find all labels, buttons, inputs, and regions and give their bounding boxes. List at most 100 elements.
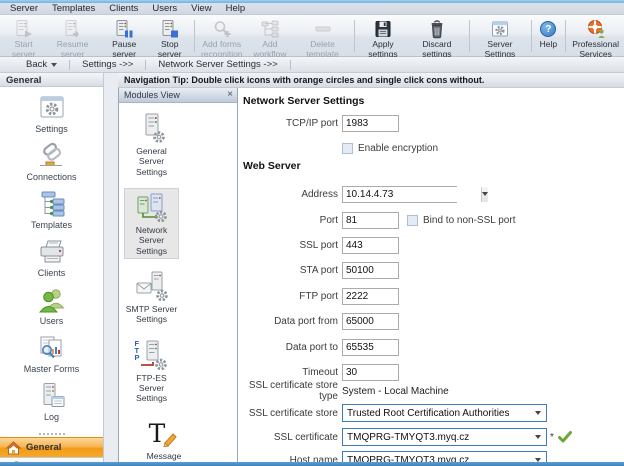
envelope-server-gear-icon xyxy=(135,270,169,302)
sidebar-item-connections[interactable]: Connections xyxy=(26,141,76,182)
apply-settings-button[interactable]: Apply settings xyxy=(358,17,409,55)
address-row: Address xyxy=(238,185,624,203)
close-icon[interactable]: × xyxy=(227,90,233,100)
enable-encryption-checkbox[interactable] xyxy=(342,143,353,154)
ssl-certificate-store-select[interactable]: Trusted Root Certification Authorities xyxy=(342,404,547,422)
ssl-port-input[interactable] xyxy=(342,237,399,254)
resume-server-button[interactable]: Resume server xyxy=(45,17,100,55)
module-label: SMTP Server Settings xyxy=(125,304,178,325)
module-message-customizations[interactable]: T Message Customizations xyxy=(124,414,204,466)
sidebar-item-settings[interactable]: Settings xyxy=(35,93,68,134)
ssl-certificate-value: TMQPRG-TMYQT3.myq.cz xyxy=(347,432,469,443)
sidebar-item-master-forms[interactable]: Master Forms xyxy=(24,333,80,374)
module-ftp-es-server-settings[interactable]: FTP FTP-ES Server Settings xyxy=(124,336,179,407)
host-name-row: Host name TMQPRG-TMYQT3.myq.cz xyxy=(238,451,624,462)
ssl-certificate-row: SSL certificate TMQPRG-TMYQT3.myq.cz * xyxy=(238,428,624,446)
printer-icon xyxy=(36,237,68,267)
ssl-port-row: SSL port xyxy=(238,236,624,254)
toolbar-separator xyxy=(565,20,566,52)
menu-view[interactable]: View xyxy=(191,3,211,14)
address-combobox[interactable] xyxy=(342,186,457,203)
sidebar-tab-general[interactable]: General xyxy=(0,437,103,457)
back-button[interactable]: Back xyxy=(14,59,69,70)
modules-view-header: Modules View × xyxy=(119,88,237,103)
port-input[interactable] xyxy=(342,212,399,229)
cert-store-label: SSL certificate store xyxy=(238,408,338,419)
enable-encryption-row: Enable encryption xyxy=(238,139,624,157)
enable-encryption-label: Enable encryption xyxy=(358,143,438,154)
toolbar-separator xyxy=(469,20,470,52)
data-port-from-label: Data port from xyxy=(238,316,338,327)
pause-server-button[interactable]: Pause server xyxy=(100,17,148,55)
sidebar-item-label: Connections xyxy=(26,172,76,182)
add-forms-recognition-button[interactable]: Add forms recognition xyxy=(198,17,246,55)
ssl-certificate-select[interactable]: TMQPRG-TMYQT3.myq.cz xyxy=(342,428,547,446)
host-name-label: Host name xyxy=(238,455,338,463)
modules-grid: General Server Settings Network Server S… xyxy=(119,103,237,466)
sidebar-general-panel: General Settings Connections Templates xyxy=(0,73,104,462)
timeout-input[interactable] xyxy=(342,364,399,381)
tcp-ip-port-input[interactable] xyxy=(342,115,399,132)
data-port-from-input[interactable] xyxy=(342,313,399,330)
server-settings-button[interactable]: Server Settings xyxy=(472,17,527,55)
menu-bar: Server Templates Clients Users View Help xyxy=(0,3,624,15)
port-label: Port xyxy=(238,215,338,226)
network-server-settings-form: Network Server Settings TCP/IP port Enab… xyxy=(238,88,624,462)
sidebar-item-label: Users xyxy=(40,316,64,326)
section-title-web-server: Web Server xyxy=(243,160,301,172)
network-servers-gear-icon xyxy=(135,191,169,223)
sta-port-label: STA port xyxy=(238,265,338,276)
menu-clients[interactable]: Clients xyxy=(109,3,138,14)
menu-server[interactable]: Server xyxy=(10,3,38,14)
add-workflow-button[interactable]: Add workflow xyxy=(246,17,295,55)
menu-templates[interactable]: Templates xyxy=(52,3,95,14)
sidebar-item-templates[interactable]: Templates xyxy=(31,189,72,230)
window-gear-icon xyxy=(36,93,68,123)
server-stop-icon xyxy=(159,19,181,39)
ftp-letters-glyph: FTP xyxy=(135,340,143,361)
tcp-ip-port-row: TCP/IP port xyxy=(238,114,624,132)
module-smtp-server-settings[interactable]: SMTP Server Settings xyxy=(124,267,179,328)
sidebar-items: Settings Connections Templates Clients xyxy=(0,87,103,429)
sidebar-item-label: Master Forms xyxy=(24,364,80,374)
ftp-port-input[interactable] xyxy=(342,288,399,305)
sta-port-row: STA port xyxy=(238,261,624,279)
sidebar-item-users[interactable]: Users xyxy=(36,285,68,326)
breadcrumb-network-server-settings[interactable]: Network Server Settings ->> xyxy=(146,59,289,70)
data-port-to-label: Data port to xyxy=(238,342,338,353)
professional-services-button[interactable]: Professional Services xyxy=(569,17,622,55)
host-name-select[interactable]: TMQPRG-TMYQT3.myq.cz xyxy=(342,451,547,462)
bind-non-ssl-checkbox[interactable] xyxy=(407,215,418,226)
chevron-down-icon xyxy=(51,63,57,67)
start-server-button[interactable]: Start server xyxy=(2,17,45,55)
ftp-port-row: FTP port xyxy=(238,287,624,305)
question-mark-glyph: ? xyxy=(540,21,556,37)
address-input[interactable] xyxy=(343,187,481,202)
module-network-server-settings[interactable]: Network Server Settings xyxy=(124,188,179,259)
data-port-to-input[interactable] xyxy=(342,339,399,356)
floppy-disk-icon xyxy=(372,19,394,39)
delete-template-button[interactable]: Delete template xyxy=(294,17,350,55)
modules-view-panel: Modules View × General Server Settings N… xyxy=(118,88,238,462)
dropdown-button[interactable] xyxy=(481,187,488,202)
cert-store-type-value: System - Local Machine xyxy=(342,386,449,397)
sidebar-item-log[interactable]: Log xyxy=(36,381,68,422)
sidebar-item-clients[interactable]: Clients xyxy=(36,237,68,278)
users-icon xyxy=(36,285,68,315)
menu-users[interactable]: Users xyxy=(152,3,177,14)
chevron-down-icon xyxy=(535,411,541,415)
ssl-port-label: SSL port xyxy=(238,240,338,251)
cert-store-row: SSL certificate store Trusted Root Certi… xyxy=(238,404,624,422)
breadcrumb-settings[interactable]: Settings ->> xyxy=(70,59,145,70)
stop-server-button[interactable]: Stop server xyxy=(148,17,191,55)
data-port-to-row: Data port to xyxy=(238,338,624,356)
ftp-port-label: FTP port xyxy=(238,291,338,302)
menu-help[interactable]: Help xyxy=(226,3,246,14)
host-name-value: TMQPRG-TMYQT3.myq.cz xyxy=(347,455,469,463)
discard-settings-button[interactable]: Discard settings xyxy=(408,17,465,55)
server-resume-icon xyxy=(62,19,84,39)
sta-port-input[interactable] xyxy=(342,262,399,279)
help-button[interactable]: ? Help xyxy=(534,17,562,55)
module-general-server-settings[interactable]: General Server Settings xyxy=(124,109,179,180)
breadcrumb-separator xyxy=(290,60,291,70)
